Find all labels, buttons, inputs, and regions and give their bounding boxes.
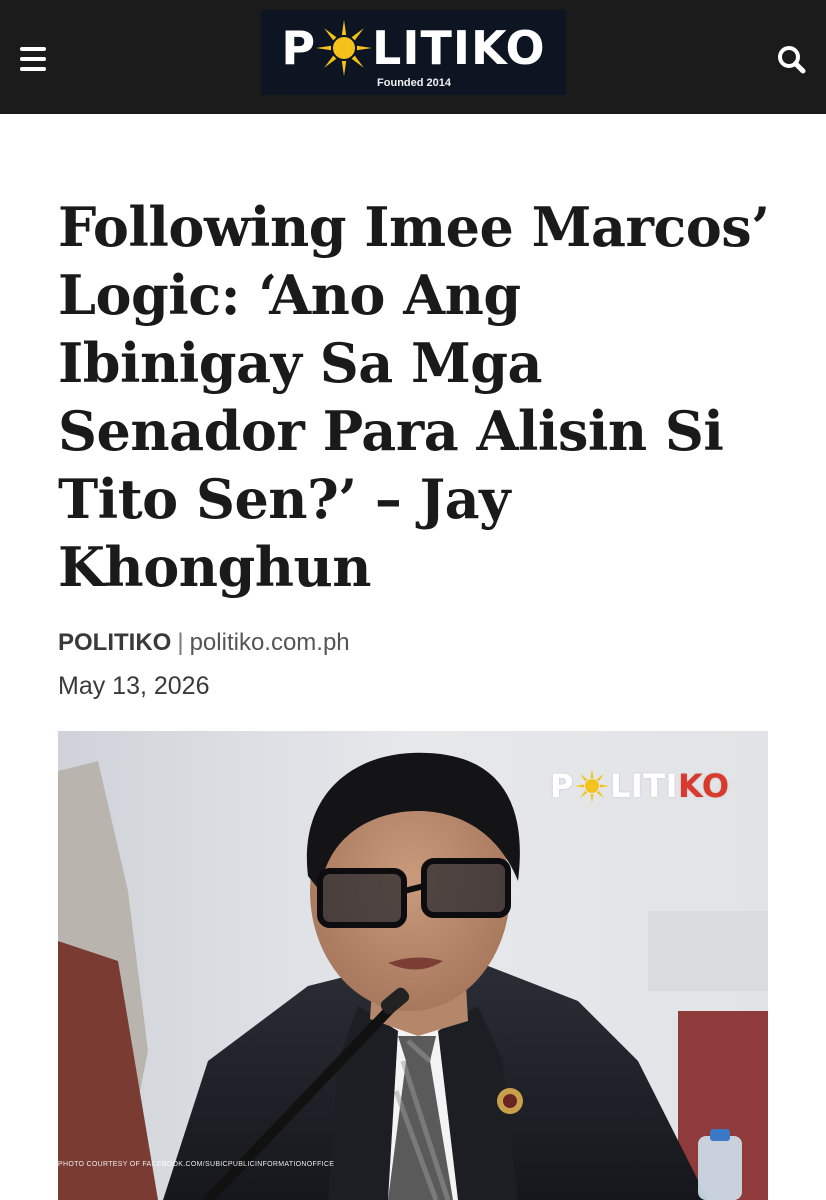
logo-letters-litiko: LITIKO: [372, 21, 546, 75]
photo-credit: PHOTO COURTESY OF FACEBOOK.COM/SUBICPUBL…: [58, 1161, 335, 1168]
top-navigation-bar: P LITIKO Founded 2014: [0, 0, 826, 114]
article-byline: POLITIKO | politiko.com.ph: [58, 628, 350, 658]
logo-tagline: Founded 2014: [377, 77, 451, 89]
watermark-letters-ko: KO: [677, 767, 730, 805]
publish-date: May 13, 2026: [58, 672, 210, 700]
logo-wordmark: P LITIKO: [261, 20, 566, 76]
featured-image: P LITI KO PHOTO COURTESY OF FACEBOOK.COM…: [58, 731, 768, 1200]
article-headline: Following Imee Marcos’ Logic: ‘Ano Ang I…: [58, 195, 770, 599]
hamburger-menu-icon[interactable]: [14, 40, 52, 78]
logo-letter-p: P: [281, 21, 317, 75]
byline-separator: |: [177, 629, 184, 656]
search-icon[interactable]: [772, 40, 812, 80]
source-domain: politiko.com.ph: [189, 629, 350, 656]
watermark-sun-icon: [574, 769, 610, 803]
sun-icon: [316, 20, 373, 76]
author-link[interactable]: POLITIKO: [58, 629, 171, 656]
watermark-letter-p: P: [550, 767, 574, 805]
image-watermark-logo: P LITI KO: [550, 767, 730, 805]
watermark-letters-liti: LITI: [609, 767, 678, 805]
site-logo[interactable]: P LITIKO Founded 2014: [261, 10, 566, 95]
